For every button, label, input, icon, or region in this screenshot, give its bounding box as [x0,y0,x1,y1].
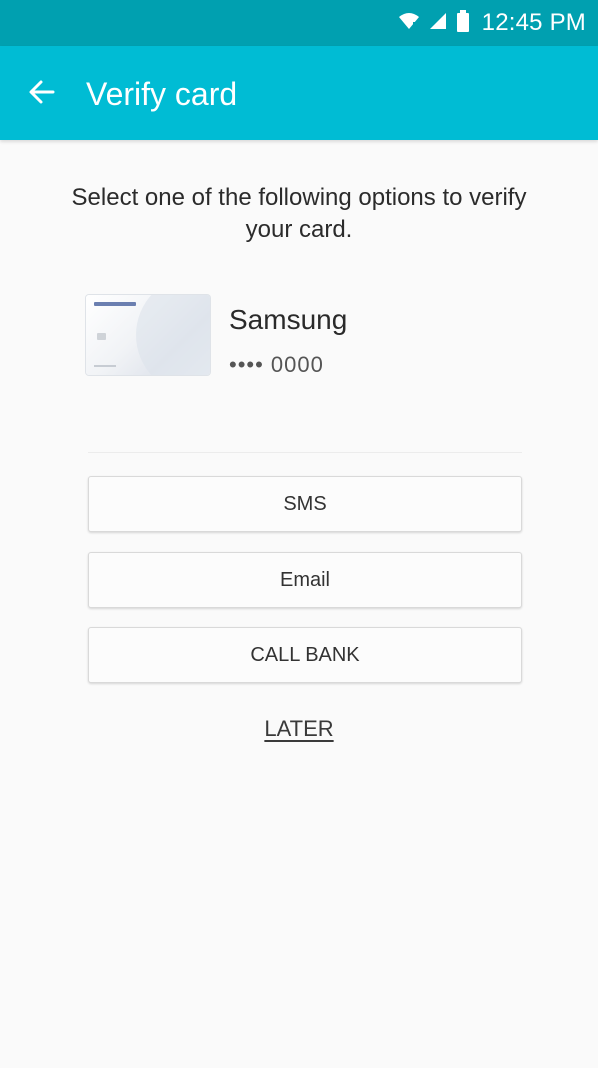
instruction-text: Select one of the following options to v… [71,184,527,243]
wifi-icon [398,11,420,36]
card-name: Samsung [229,304,348,335]
battery-icon [456,9,470,37]
call-bank-button[interactable]: CALL BANK [88,627,522,683]
card-image [86,295,210,375]
later-link[interactable]: LATER [199,714,399,744]
card-brand-logo [94,302,136,306]
card-tiny-text [94,365,116,367]
status-icons: 12:45 PM [398,0,586,46]
card-masked-number: •••• 0000 [229,352,324,377]
app-bar: Verify card [0,46,598,140]
status-time: 12:45 PM [481,9,586,36]
verify-card-content: Select one of the following options to v… [0,140,598,1068]
card-art-wave [136,295,210,375]
email-button[interactable]: Email [88,552,522,608]
sms-button[interactable]: SMS [88,476,522,532]
back-button[interactable] [20,72,64,116]
arrow-left-icon [27,77,57,112]
signal-icon [428,11,448,36]
page-title: Verify card [86,76,238,112]
status-bar: 12:45 PM [0,0,598,46]
divider [88,452,522,453]
card-chip [97,333,106,340]
